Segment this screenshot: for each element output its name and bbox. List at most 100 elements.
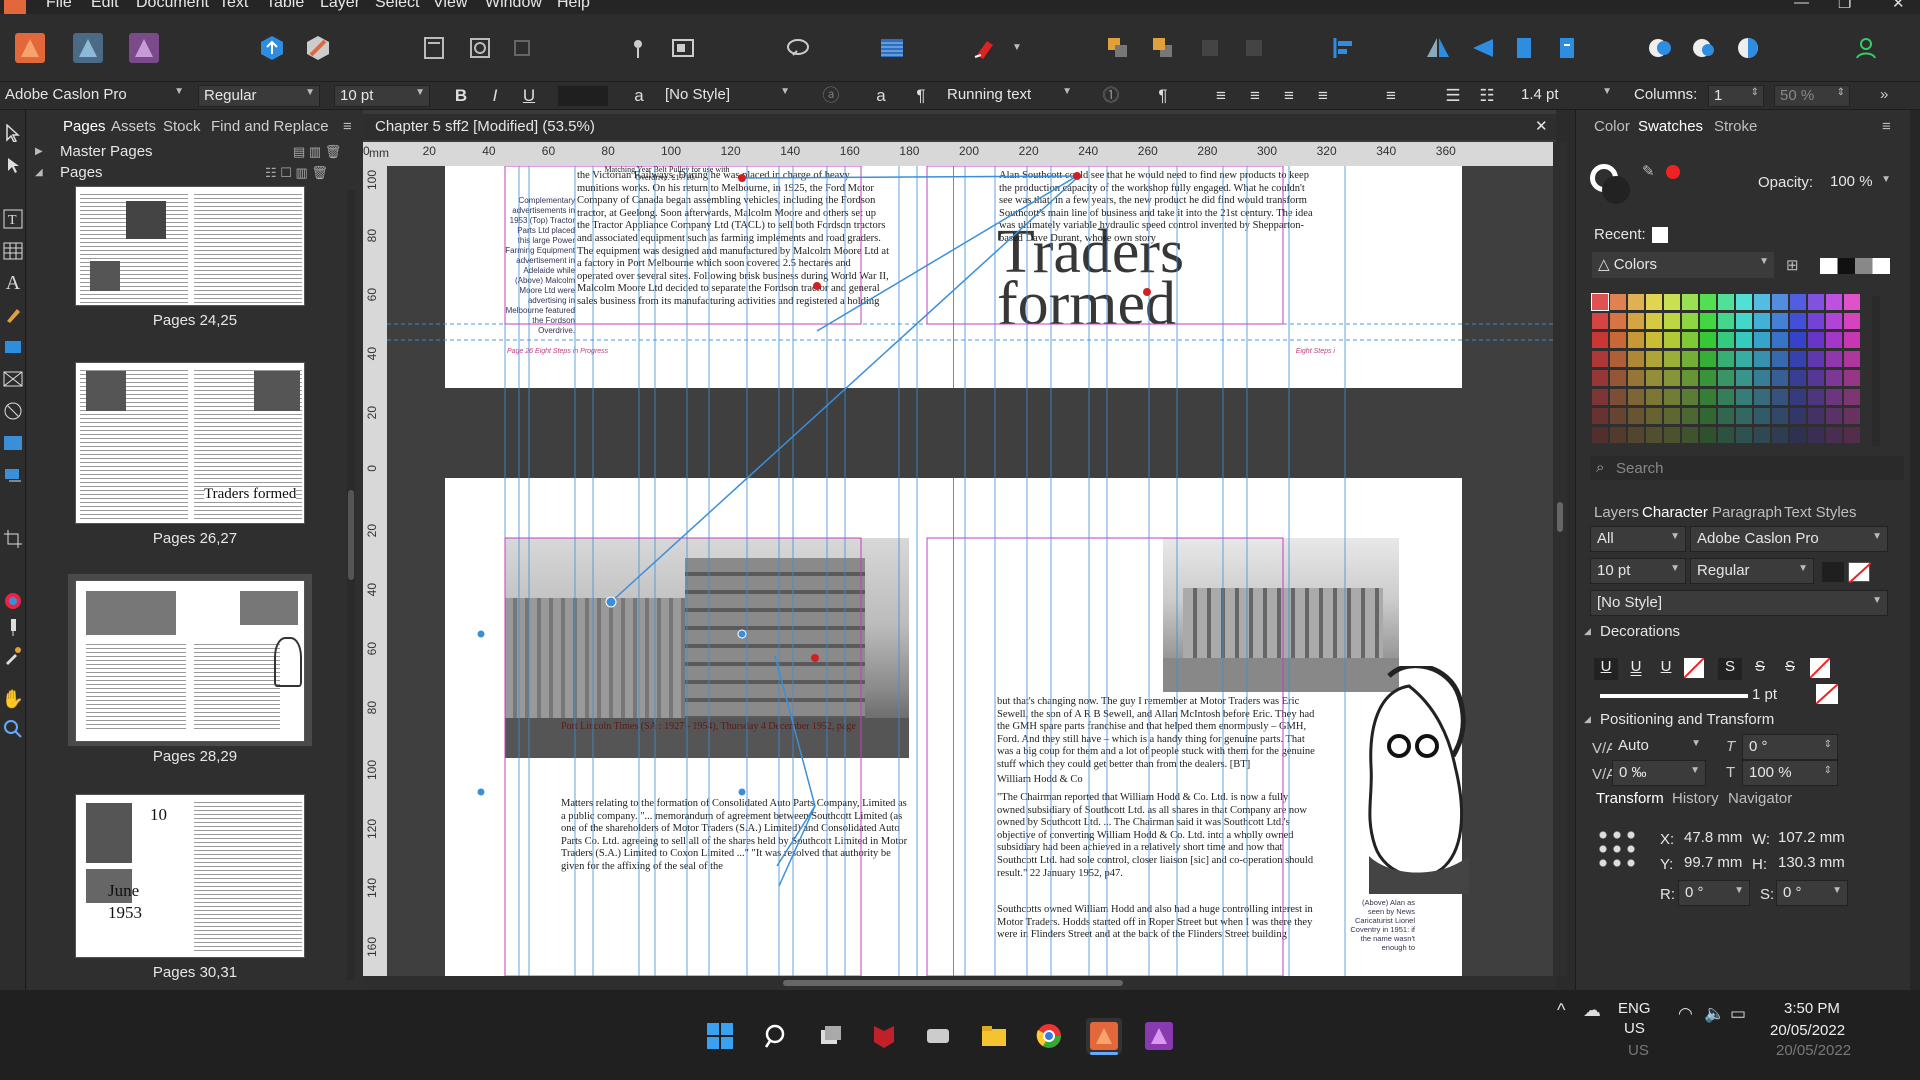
color-swatch[interactable] [1754, 427, 1770, 443]
color-swatch[interactable] [1808, 332, 1824, 348]
photo-persona-icon[interactable] [126, 30, 162, 66]
color-swatch[interactable] [1772, 313, 1788, 329]
color-swatch[interactable] [1610, 408, 1626, 424]
menu-edit[interactable]: Edit [91, 0, 119, 12]
color-swatch[interactable] [1682, 370, 1698, 386]
color-swatch[interactable] [1754, 313, 1770, 329]
move-tool-icon[interactable] [2, 122, 24, 144]
color-swatch[interactable] [1682, 427, 1698, 443]
color-swatch[interactable] [1772, 294, 1788, 310]
bullet-list-icon[interactable]: ☰ [1440, 85, 1466, 107]
opacity-field[interactable]: 100 % ▼ [1824, 170, 1896, 196]
arrange-forward-icon[interactable] [1145, 30, 1181, 66]
color-swatch[interactable] [1664, 408, 1680, 424]
document-tab[interactable]: Chapter 5 sff2 [Modified] (53.5%) ✕ [363, 114, 1556, 140]
color-swatch[interactable] [1844, 427, 1860, 443]
panel-menu-icon[interactable]: ≡ [343, 118, 352, 135]
view-mode-icon[interactable] [416, 30, 452, 66]
fill-stroke-well-icon[interactable] [1590, 164, 1630, 204]
anchor-point-grid[interactable] [1596, 828, 1636, 868]
color-swatch[interactable] [1826, 427, 1842, 443]
color-swatch[interactable] [1790, 351, 1806, 367]
swatch-scrollbar[interactable] [1872, 296, 1880, 446]
crop-tool-icon[interactable] [2, 528, 24, 550]
zoom-tool-icon[interactable] [2, 718, 24, 740]
color-swatch[interactable] [1736, 427, 1752, 443]
clip-icon[interactable] [504, 30, 540, 66]
color-swatch[interactable] [1700, 427, 1716, 443]
line-weight-slider[interactable] [1600, 694, 1748, 698]
color-swatch[interactable] [1718, 313, 1734, 329]
boolean-add-icon[interactable] [1642, 30, 1678, 66]
tab-paragraph[interactable]: Paragraph [1712, 504, 1782, 521]
color-swatch[interactable] [1826, 313, 1842, 329]
page-thumbnail[interactable]: 10 June 1953 [75, 794, 305, 958]
color-swatch[interactable] [1628, 313, 1644, 329]
color-swatch[interactable] [1844, 351, 1860, 367]
color-swatch[interactable] [1790, 427, 1806, 443]
color-swatch[interactable] [1628, 427, 1644, 443]
color-swatch[interactable] [1754, 332, 1770, 348]
color-swatch[interactable] [1826, 389, 1842, 405]
color-swatch[interactable] [1664, 294, 1680, 310]
frame-text-tool-icon[interactable]: T [2, 208, 24, 230]
underline-color-well[interactable] [1683, 657, 1705, 679]
tab-layers[interactable]: Layers [1594, 504, 1639, 521]
color-swatch[interactable] [1592, 427, 1608, 443]
wifi-icon[interactable]: ◠ [1678, 1004, 1693, 1024]
char-style-apply-icon[interactable]: a [868, 85, 894, 107]
color-swatch[interactable] [1844, 370, 1860, 386]
designer-persona-icon[interactable] [70, 30, 106, 66]
font-size-select[interactable]: 10 pt ▼ [334, 85, 430, 107]
color-swatch[interactable] [1664, 389, 1680, 405]
color-swatch[interactable] [1826, 332, 1842, 348]
rotation-field[interactable]: 0 ° ▼ [1678, 880, 1750, 906]
quick-swatches[interactable] [1820, 258, 1890, 274]
tracking-field[interactable]: 0 ‰ ▼ [1612, 760, 1706, 786]
font-style-select[interactable]: Regular ▼ [198, 85, 320, 107]
color-swatch[interactable] [1610, 313, 1626, 329]
tab-color[interactable]: Color [1594, 118, 1630, 135]
columns-stepper[interactable]: 1 ⇕ [1708, 85, 1764, 107]
color-swatch[interactable] [1646, 313, 1662, 329]
tab-stock[interactable]: Stock [163, 118, 201, 135]
double-underline-button[interactable]: U [1624, 658, 1648, 680]
file-explorer-icon[interactable] [976, 1018, 1012, 1054]
account-icon[interactable] [1848, 30, 1884, 66]
color-swatch[interactable] [1592, 408, 1608, 424]
strikethrough-button[interactable]: S [1718, 658, 1742, 680]
table-tool-icon[interactable] [2, 240, 24, 262]
color-swatch[interactable] [1646, 351, 1662, 367]
menu-file[interactable]: File [46, 0, 72, 12]
color-swatch[interactable] [1664, 370, 1680, 386]
color-swatch[interactable] [1826, 408, 1842, 424]
table-flow-tool-icon[interactable] [2, 464, 24, 486]
pin-icon[interactable] [620, 30, 656, 66]
color-swatch[interactable] [1610, 370, 1626, 386]
palette-select[interactable]: △ Colors ▼ [1592, 252, 1774, 278]
line-weight-value[interactable]: 1 pt [1752, 686, 1777, 703]
page-tools-icon[interactable]: ☷ ☐ ▥ 🗑 [265, 165, 328, 181]
tab-find-and-replace[interactable]: Find and Replace [211, 118, 329, 135]
color-swatch[interactable] [1646, 408, 1662, 424]
vertical-align-icon[interactable]: ≡ [1378, 85, 1404, 107]
search-taskbar-icon[interactable] [757, 1018, 793, 1054]
color-swatch[interactable] [1682, 332, 1698, 348]
vertical-ruler[interactable]: 100 80 60 40 20 0 20 40 60 80 100 120 140 160 [363, 166, 387, 976]
text-fill-well[interactable] [1822, 562, 1844, 582]
color-swatch[interactable] [1610, 427, 1626, 443]
color-swatch[interactable] [1700, 313, 1716, 329]
color-swatch[interactable] [1790, 389, 1806, 405]
clock-time[interactable]: 3:50 PM [1784, 1000, 1840, 1017]
eyedropper-icon[interactable]: ✎ [1642, 162, 1655, 180]
swatch-grid[interactable] [1591, 293, 1868, 448]
color-swatch[interactable] [1826, 294, 1842, 310]
color-swatch[interactable] [1754, 389, 1770, 405]
color-swatch[interactable] [1718, 370, 1734, 386]
color-swatch[interactable] [1682, 313, 1698, 329]
share-icon[interactable] [254, 30, 290, 66]
font-family-select[interactable]: Adobe Caslon Pro ▼ [0, 85, 188, 107]
skew-field[interactable]: 0 ° ⇕ [1742, 734, 1838, 760]
color-swatch[interactable] [1772, 370, 1788, 386]
boolean-subtract-icon[interactable] [1686, 30, 1722, 66]
